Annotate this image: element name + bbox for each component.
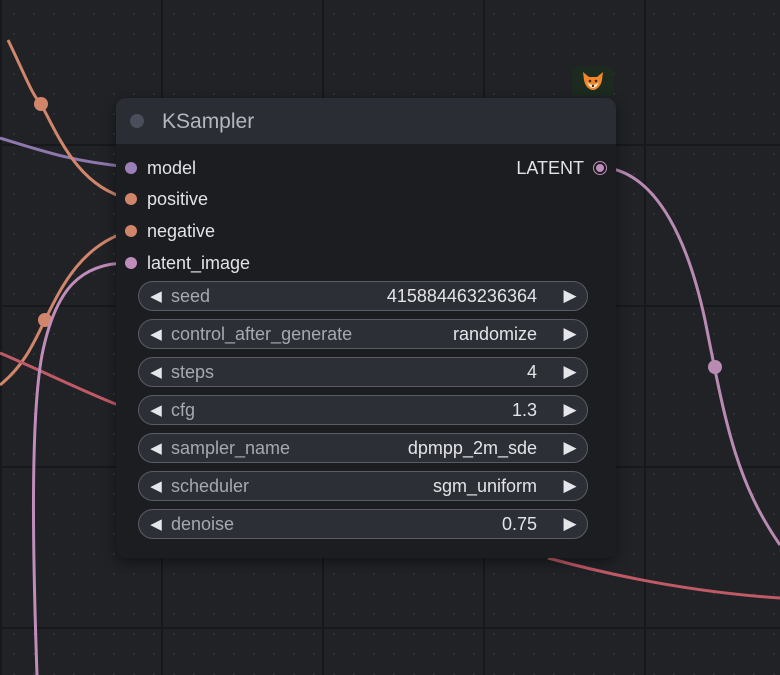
increment-arrow-icon[interactable]: ▶ bbox=[555, 324, 585, 344]
decrement-arrow-icon[interactable]: ◀ bbox=[141, 515, 171, 533]
link-red-out[interactable] bbox=[547, 556, 780, 600]
decrement-arrow-icon[interactable]: ◀ bbox=[141, 477, 171, 495]
fox-icon bbox=[583, 72, 603, 90]
input-slot-negative[interactable]: negative bbox=[125, 220, 215, 242]
decrement-arrow-icon[interactable]: ◀ bbox=[141, 363, 171, 381]
widget-value[interactable]: 1.3 bbox=[512, 400, 537, 421]
widget-name: denoise bbox=[171, 513, 235, 534]
widget-value[interactable]: 4 bbox=[527, 362, 537, 383]
widget-control-after-generate[interactable]: ◀ control_after_generate randomize ▶ bbox=[138, 319, 588, 349]
slot-dot[interactable] bbox=[125, 193, 137, 205]
widget-value[interactable]: 0.75 bbox=[502, 514, 537, 535]
widget-value[interactable]: randomize bbox=[453, 324, 537, 345]
widget-sampler-name[interactable]: ◀ sampler_name dpmpp_2m_sde ▶ bbox=[138, 433, 588, 463]
widget-name: steps bbox=[171, 361, 215, 382]
widget-name: scheduler bbox=[171, 475, 250, 496]
widget-name: cfg bbox=[171, 399, 196, 420]
node-header[interactable]: KSampler bbox=[116, 98, 616, 144]
slot-dot[interactable] bbox=[594, 162, 606, 174]
widget-value[interactable]: dpmpp_2m_sde bbox=[408, 438, 537, 459]
increment-arrow-icon[interactable]: ▶ bbox=[555, 400, 585, 420]
widget-denoise[interactable]: ◀ denoise 0.75 ▶ bbox=[138, 509, 588, 539]
link-positive[interactable] bbox=[6, 39, 131, 201]
widget-name: seed bbox=[171, 285, 211, 306]
widget-name: sampler_name bbox=[171, 437, 291, 458]
node-badge bbox=[572, 66, 614, 96]
link-latent-out-midpoint[interactable] bbox=[708, 360, 722, 374]
increment-arrow-icon[interactable]: ▶ bbox=[555, 476, 585, 496]
increment-arrow-icon[interactable]: ▶ bbox=[555, 438, 585, 458]
slot-dot[interactable] bbox=[125, 225, 137, 237]
slot-label: negative bbox=[147, 220, 216, 241]
slot-label: latent_image bbox=[147, 252, 251, 273]
widget-scheduler[interactable]: ◀ scheduler sgm_uniform ▶ bbox=[138, 471, 588, 501]
decrement-arrow-icon[interactable]: ◀ bbox=[141, 287, 171, 305]
collapse-toggle[interactable] bbox=[130, 114, 144, 128]
increment-arrow-icon[interactable]: ▶ bbox=[555, 514, 585, 534]
input-slot-latent-image[interactable]: latent_image bbox=[125, 252, 250, 274]
node-title: KSampler bbox=[162, 110, 255, 133]
slot-label: positive bbox=[147, 188, 209, 209]
widget-seed[interactable]: ◀ seed 415884463236364 ▶ bbox=[138, 281, 588, 311]
link-model[interactable] bbox=[0, 136, 131, 169]
input-slot-positive[interactable]: positive bbox=[125, 188, 208, 210]
decrement-arrow-icon[interactable]: ◀ bbox=[141, 439, 171, 457]
decrement-arrow-icon[interactable]: ◀ bbox=[141, 401, 171, 419]
link-positive-midpoint[interactable] bbox=[34, 97, 48, 111]
ksampler-node[interactable]: KSampler model positive negative latent_… bbox=[116, 98, 616, 558]
slot-label: model bbox=[147, 157, 197, 178]
input-slot-model[interactable]: model bbox=[125, 157, 196, 179]
link-red[interactable] bbox=[0, 351, 119, 407]
widget-steps[interactable]: ◀ steps 4 ▶ bbox=[138, 357, 588, 387]
increment-arrow-icon[interactable]: ▶ bbox=[555, 362, 585, 382]
widget-cfg[interactable]: ◀ cfg 1.3 ▶ bbox=[138, 395, 588, 425]
increment-arrow-icon[interactable]: ▶ bbox=[555, 286, 585, 306]
widget-value[interactable]: sgm_uniform bbox=[433, 476, 537, 497]
output-slot-latent[interactable]: LATENT bbox=[516, 157, 606, 179]
link-latent-out[interactable] bbox=[599, 165, 780, 546]
decrement-arrow-icon[interactable]: ◀ bbox=[141, 325, 171, 343]
widget-name: control_after_generate bbox=[171, 323, 353, 344]
slot-label: LATENT bbox=[516, 157, 584, 178]
slot-dot[interactable] bbox=[125, 162, 137, 174]
slot-dot[interactable] bbox=[125, 257, 137, 269]
widget-value[interactable]: 415884463236364 bbox=[387, 286, 537, 307]
